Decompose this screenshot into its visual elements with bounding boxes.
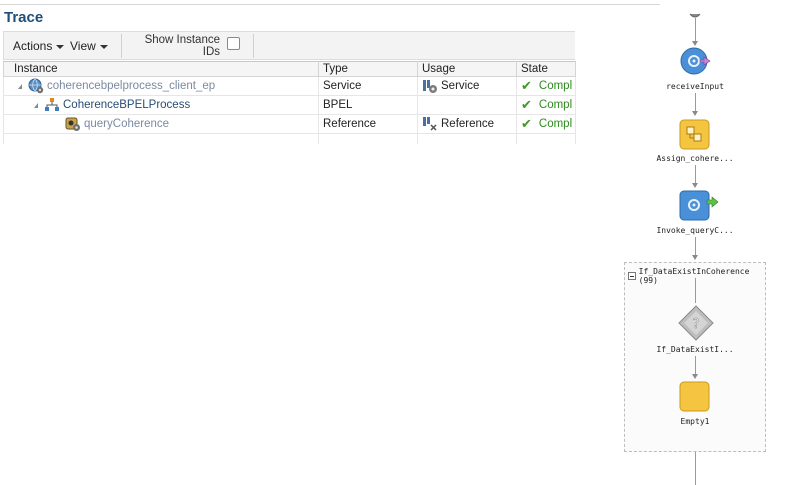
trace-table: Instance Type Usage State coherencebpelp…: [3, 61, 576, 144]
if-condition-icon[interactable]: ?: [678, 305, 714, 341]
table-empty-row: [3, 133, 576, 144]
usage-text: Service: [441, 80, 480, 92]
flow-arrow-icon: [692, 374, 698, 379]
flow-connector: [695, 278, 696, 303]
table-row[interactable]: queryCoherence Reference Reference ✔ Com…: [3, 114, 576, 134]
column-header-instance[interactable]: Instance: [3, 61, 319, 77]
scope-header: If_DataExistInCoherence (99): [628, 267, 765, 285]
reference-arrow-icon: [423, 117, 437, 131]
assign-icon[interactable]: [679, 119, 711, 151]
trace-panel: Trace Actions View Show Instance IDs Ins…: [0, 0, 660, 150]
show-instance-ids-label: Show Instance IDs: [144, 34, 220, 58]
tree-expanded-icon[interactable]: [18, 83, 22, 89]
globe-service-icon: [28, 78, 44, 94]
top-divider: [0, 4, 660, 5]
show-instance-ids-checkbox[interactable]: [227, 37, 240, 50]
trace-toolbar: Actions View Show Instance IDs: [3, 31, 575, 60]
chevron-down-icon: [99, 45, 108, 49]
usage-cell: Service: [417, 76, 517, 96]
instance-cell: queryCoherence: [3, 114, 319, 134]
column-header-state[interactable]: State: [516, 61, 576, 77]
view-menu-button[interactable]: View: [70, 39, 108, 53]
view-label: View: [70, 39, 96, 53]
invoke-icon[interactable]: [679, 190, 721, 222]
state-text: Compl: [538, 99, 573, 111]
flow-arrow-icon: [692, 255, 698, 260]
column-header-usage[interactable]: Usage: [417, 61, 517, 77]
usage-text: Reference: [441, 118, 495, 130]
actions-menu-button[interactable]: Actions: [13, 39, 65, 53]
flow-connector: [695, 356, 696, 376]
state-cell: ✔ Compl: [516, 76, 576, 96]
activity-label: If_DataExistI...: [656, 345, 734, 354]
empty-activity-icon[interactable]: [679, 381, 711, 413]
table-row[interactable]: CoherenceBPELProcess BPEL ✔ Compl: [3, 95, 576, 115]
instance-cell: CoherenceBPELProcess: [3, 95, 319, 115]
instance-link[interactable]: CoherenceBPELProcess: [63, 99, 190, 111]
chevron-down-icon: [56, 45, 65, 49]
service-gear-icon: [423, 80, 437, 93]
activity-label: Assign_cohere...: [656, 154, 734, 163]
scope-title: If_DataExistInCoherence (99): [638, 267, 750, 285]
flow-connector: [695, 93, 696, 113]
instance-link[interactable]: coherencebpelprocess_client_ep: [47, 80, 215, 92]
reference-adapter-icon: [65, 117, 80, 131]
type-cell: Reference: [318, 114, 418, 134]
check-icon: ✔: [521, 97, 532, 112]
receive-icon[interactable]: [679, 46, 715, 78]
flow-connector: [695, 165, 696, 185]
toolbar-separator: [121, 34, 122, 58]
usage-cell: [417, 95, 517, 115]
svg-text:?: ?: [693, 317, 700, 332]
flow-connector: [695, 237, 696, 257]
column-header-type[interactable]: Type: [318, 61, 418, 77]
collapse-icon[interactable]: [628, 272, 636, 280]
table-header-row: Instance Type Usage State: [3, 61, 576, 77]
activity-label: Empty1: [680, 417, 710, 426]
bpel-process-icon: [45, 98, 59, 111]
actions-label: Actions: [13, 39, 53, 53]
state-cell: ✔ Compl: [516, 114, 576, 134]
check-icon: ✔: [521, 78, 532, 93]
instance-link[interactable]: queryCoherence: [84, 118, 169, 130]
activity-label: receiveInput: [666, 82, 724, 91]
table-row[interactable]: coherencebpelprocess_client_ep Service S…: [3, 76, 576, 96]
check-icon: ✔: [521, 116, 532, 131]
flow-arrow-icon: [692, 111, 698, 116]
instance-cell: coherencebpelprocess_client_ep: [3, 76, 319, 96]
type-cell: BPEL: [318, 95, 418, 115]
flow-arrow-icon: [692, 183, 698, 188]
type-cell: Service: [318, 76, 418, 96]
activity-label: Invoke_queryC...: [656, 226, 734, 235]
tree-expanded-icon[interactable]: [34, 102, 38, 108]
state-text: Compl: [538, 80, 573, 92]
usage-cell: Reference: [417, 114, 517, 134]
flow-connector: [695, 452, 696, 485]
state-cell: ✔ Compl: [516, 95, 576, 115]
toolbar-separator: [253, 34, 254, 58]
trace-title: Trace: [4, 9, 44, 26]
state-text: Compl: [538, 118, 573, 130]
